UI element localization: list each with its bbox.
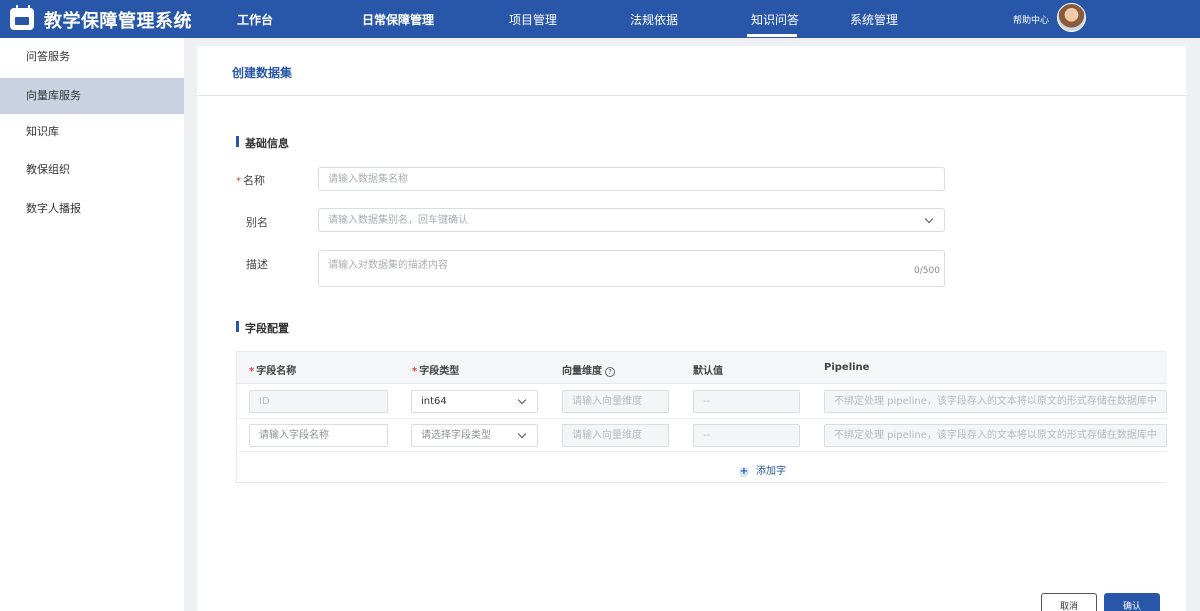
col-field-name: * 字段名称 — [249, 362, 296, 377]
nav-knowledge-qa[interactable]: 知识问答 — [751, 11, 799, 28]
required-mark: * — [249, 366, 255, 377]
row1-field-name: ID — [249, 390, 388, 413]
row2-field-type-value: 请选择字段类型 — [421, 430, 491, 441]
nav-workbench[interactable]: 工作台 — [237, 11, 273, 28]
alias-label: 别名 — [246, 216, 268, 229]
sidebar: 问答服务 向量库服务 知识库 教保组织 数字人播报 — [0, 38, 184, 611]
nav-regulations[interactable]: 法规依据 — [630, 11, 678, 28]
dataset-name-input[interactable] — [318, 167, 945, 191]
add-field-button[interactable]: + 添加字 — [739, 462, 786, 477]
sidebar-item-knowledge-base[interactable]: 知识库 — [0, 114, 184, 150]
row2-default-value: -- — [693, 424, 800, 447]
row1-default-value: -- — [693, 390, 800, 413]
confirm-button[interactable]: 确认 — [1104, 593, 1160, 611]
chevron-down-icon — [517, 395, 527, 405]
nav-system[interactable]: 系统管理 — [850, 11, 898, 28]
row2-field-type-select[interactable]: 请选择字段类型 — [411, 424, 538, 447]
row1-pipeline: 不绑定处理 pipeline，该字段存入的文本将以原文的形式存储在数据库中 — [824, 390, 1167, 413]
nav-daily-support[interactable]: 日常保障管理 — [362, 11, 434, 28]
row2-pipeline: 不绑定处理 pipeline，该字段存入的文本将以原文的形式存储在数据库中 — [824, 424, 1167, 447]
field-config-table: * 字段名称 * 字段类型 向量维度? 默认值 Pipeline ID int64 … — [236, 351, 1167, 483]
sidebar-item-organization[interactable]: 教保组织 — [0, 152, 184, 188]
row1-field-type-value: int64 — [421, 396, 447, 407]
nav-projects[interactable]: 项目管理 — [509, 11, 557, 28]
question-icon[interactable]: ? — [605, 367, 615, 377]
title-divider — [197, 95, 1186, 96]
required-mark: * — [236, 176, 241, 187]
table-header: * 字段名称 * 字段类型 向量维度? 默认值 Pipeline — [237, 352, 1167, 384]
name-label-text: 名称 — [243, 174, 265, 187]
user-avatar[interactable] — [1057, 3, 1086, 32]
basic-info-title: 基础信息 — [236, 135, 289, 151]
row1-field-type-select[interactable]: int64 — [411, 390, 538, 413]
top-bar: 教学保障管理系统 工作台 日常保障管理 项目管理 法规依据 知识问答 系统管理 … — [0, 0, 1200, 38]
col-field-name-text: 字段名称 — [256, 366, 297, 377]
col-default-value: 默认值 — [693, 366, 723, 377]
col-field-type-text: 字段类型 — [419, 366, 460, 377]
col-vector-dim-text: 向量维度 — [562, 366, 602, 377]
name-label: * 名称 — [236, 172, 265, 188]
col-vector-dim: 向量维度? — [562, 362, 615, 377]
cancel-button[interactable]: 取消 — [1041, 593, 1097, 611]
add-field-label: 添加字 — [756, 466, 786, 477]
dataset-desc-textarea[interactable] — [318, 250, 945, 287]
dataset-alias-input[interactable] — [318, 208, 945, 232]
desc-label: 描述 — [246, 258, 268, 271]
sidebar-item-vector-service[interactable]: 向量库服务 — [0, 78, 184, 114]
plus-icon: + — [739, 466, 749, 477]
sidebar-item-qa-service[interactable]: 问答服务 — [0, 39, 184, 75]
row-divider — [237, 451, 1167, 452]
app-title: 教学保障管理系统 — [44, 11, 192, 32]
field-config-title: 字段配置 — [236, 320, 289, 336]
page-title: 创建数据集 — [232, 66, 293, 80]
row2-vector-dim: 请输入向量维度 — [562, 424, 669, 447]
chevron-down-icon — [517, 429, 527, 439]
required-mark: * — [412, 366, 418, 377]
sidebar-item-digital-human[interactable]: 数字人播报 — [0, 191, 184, 227]
col-pipeline: Pipeline — [824, 362, 870, 373]
nav-active-indicator — [747, 34, 797, 37]
app-logo-icon — [10, 5, 34, 30]
help-center-link[interactable]: 帮助中心 — [1013, 13, 1049, 26]
row1-vector-dim: 请输入向量维度 — [562, 390, 669, 413]
desc-char-counter: 0/500 — [914, 266, 940, 276]
col-field-type: * 字段类型 — [412, 362, 459, 377]
create-dataset-panel: 创建数据集 基础信息 *名称 别名 描述 0/500 字段配置 *字段名称 *字… — [197, 46, 1186, 611]
row2-field-name-input[interactable]: 请输入字段名称 — [249, 424, 388, 447]
row-divider — [237, 418, 1167, 419]
